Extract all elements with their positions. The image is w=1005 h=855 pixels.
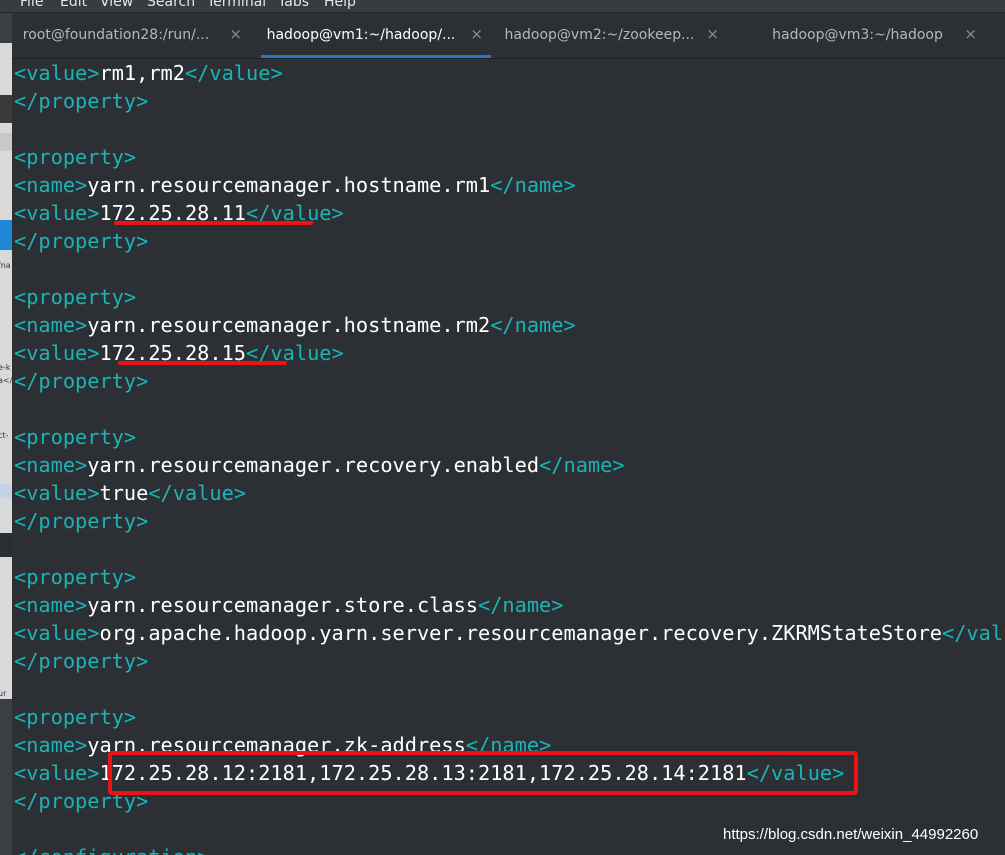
line-value-text: yarn.resourcemanager.store.class [87,593,478,617]
xml-tag: </property> [14,89,149,113]
tab-hadoop-vm3[interactable]: hadoop@vm3:~/hadoop × [760,13,985,58]
xml-tag: </name> [539,453,625,477]
close-icon[interactable]: × [706,25,719,43]
annotation-box-zk-address [108,751,858,795]
strip-block [0,95,12,123]
tab-label: hadoop@vm3:~/hadoop [772,27,943,43]
xml-tag: <value> [14,481,100,505]
terminal-line: <name>yarn.resourcemanager.store.class</… [14,591,563,619]
line-value-text: yarn.resourcemanager.hostname.rm1 [87,173,491,197]
terminal-line: <value>true</value> [14,479,246,507]
strip-block [0,484,12,498]
strip-text: e-k [0,363,11,372]
watermark: https://blog.csdn.net/weixin_44992260 [723,826,979,843]
line-value-text: rm1,rm2 [99,61,185,85]
xml-tag: <value> [14,341,100,365]
xml-tag: <value> [14,201,100,225]
terminal-line: <name>yarn.resourcemanager.recovery.enab… [14,451,625,479]
line-value-text: yarn.resourcemanager.hostname.rm2 [87,313,491,337]
tab-hadoop-vm2[interactable]: hadoop@vm2:~/zookeep... × [502,13,727,58]
xml-tag: <name> [14,733,88,757]
line-value-text: true [99,481,149,505]
strip-block [0,133,12,151]
strip-block [0,220,12,250]
strip-block [0,699,12,855]
menu-edit[interactable]: Edit [60,0,87,10]
terminal-line: <name>yarn.resourcemanager.hostname.rm1<… [14,171,576,199]
terminal-line: <property> [14,283,136,311]
annotation-underline-rm1 [114,221,313,225]
terminal-line: <name>yarn.resourcemanager.hostname.rm2<… [14,311,576,339]
strip-text: a</ [0,376,12,385]
xml-tag: </property> [14,509,149,533]
annotation-underline-rm2 [118,361,287,365]
close-icon[interactable]: × [470,25,483,43]
strip-block [0,13,12,43]
terminal-output[interactable]: <value>rm1,rm2</value> </property> <proper… [12,59,1005,855]
terminal-line: <value>org.apache.hadoop.yarn.server.res… [14,619,1005,647]
xml-tag: <property> [14,425,137,449]
close-icon[interactable]: × [964,25,977,43]
strip-block [0,533,12,557]
xml-tag: <property> [14,285,137,309]
xml-tag: </value> [184,61,283,85]
xml-tag: </name> [490,173,576,197]
xml-tag: </property> [14,649,149,673]
xml-tag: </property> [14,369,149,393]
terminal-line: <property> [14,143,136,171]
close-icon[interactable]: × [229,25,242,43]
terminal-tab-bar: root@foundation28:/run/... × hadoop@vm1:… [12,13,1005,59]
terminal-line: <property> [14,423,136,451]
menu-bar: File Edit View Search Terminal Tabs Help [0,0,1005,13]
xml-tag: <name> [14,313,88,337]
menu-help[interactable]: Help [324,0,356,10]
xml-tag: <name> [14,593,88,617]
xml-tag: <name> [14,453,88,477]
xml-tag: </value> [942,621,1005,645]
xml-tag: <property> [14,145,137,169]
tab-label: root@foundation28:/run/... [22,27,210,43]
terminal-line: </property> [14,507,148,535]
terminal-line: </property> [14,647,148,675]
tab-root-foundation28[interactable]: root@foundation28:/run/... × [12,13,250,58]
xml-tag: <name> [14,173,88,197]
terminal-line: </property> [14,367,148,395]
terminal-line: <property> [14,563,136,591]
terminal-line: </property> [14,227,148,255]
line-value-text: yarn.resourcemanager.recovery.enabled [87,453,540,477]
strip-text: ct- [0,431,9,440]
menu-view[interactable]: View [100,0,133,10]
menu-terminal[interactable]: Terminal [207,0,266,10]
strip-text: ur [0,689,7,698]
xml-tag: </name> [490,313,576,337]
background-window-strip: /na e-k a</ ct- ur [0,13,12,855]
tab-label: hadoop@vm2:~/zookeep... [504,27,695,43]
xml-tag: </property> [14,229,149,253]
terminal-line: </property> [14,87,148,115]
xml-tag: <value> [14,61,100,85]
menu-file[interactable]: File [20,0,43,10]
tab-label: hadoop@vm1:~/hadoop/... [266,27,456,43]
tab-hadoop-vm1[interactable]: hadoop@vm1:~/hadoop/... × [261,13,491,58]
terminal-line: <property> [14,703,136,731]
xml-tag: <property> [14,705,137,729]
xml-tag: </value> [148,481,247,505]
xml-tag: <property> [14,565,137,589]
xml-tag: </name> [478,593,564,617]
xml-tag: <value> [14,621,100,645]
xml-tag: <value> [14,761,100,785]
xml-tag: </configuration> [14,845,209,855]
terminal-line: </configuration> [14,843,209,855]
menu-tabs[interactable]: Tabs [278,0,309,10]
strip-text: /na [0,261,11,270]
menu-search[interactable]: Search [147,0,195,10]
terminal-line: <value>rm1,rm2</value> [14,59,283,87]
line-value-text: org.apache.hadoop.yarn.server.resourcema… [99,621,942,645]
